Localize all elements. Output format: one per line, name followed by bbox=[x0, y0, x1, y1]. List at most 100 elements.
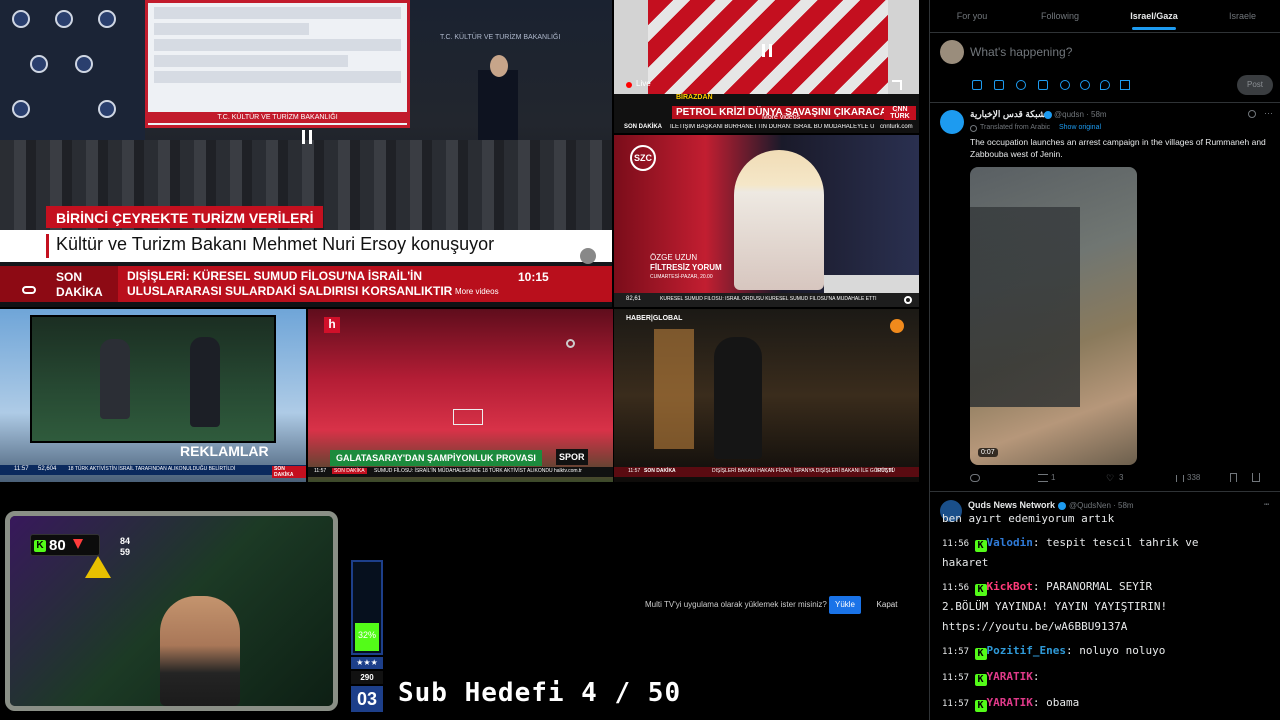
repost-count: 1 bbox=[1051, 473, 1056, 482]
chat-message-text: : bbox=[1032, 670, 1040, 683]
more-videos-label[interactable]: More videos bbox=[455, 287, 499, 296]
side-stat-bottom: 59 bbox=[120, 547, 131, 557]
reply-icon[interactable] bbox=[970, 474, 980, 482]
logo-icon bbox=[12, 10, 30, 28]
tweet-avatar[interactable] bbox=[940, 110, 964, 134]
bookmark-icon[interactable] bbox=[1230, 473, 1237, 482]
logo-icon bbox=[75, 55, 93, 73]
tab-for-you[interactable]: For you bbox=[930, 0, 1014, 32]
chat-username[interactable]: Pozitif_Enes bbox=[987, 644, 1066, 657]
haberglobal-stream-tile[interactable]: HABER|GLOBAL 11:57 SON DAKİKA DIŞİŞLERİ … bbox=[614, 309, 919, 482]
chat-line: ben ayırt edemiyorum artık bbox=[942, 512, 1114, 525]
tweet-author-name[interactable]: شبكة قدس الإخبارية bbox=[970, 109, 1045, 120]
compose-avatar[interactable] bbox=[940, 40, 964, 64]
person bbox=[714, 337, 762, 459]
chat-line: https://youtu.be/wA6BBU9137A bbox=[942, 620, 1127, 633]
pause-icon[interactable] bbox=[762, 44, 772, 57]
schedule-icon[interactable] bbox=[1080, 80, 1090, 90]
views-count: 338 bbox=[1187, 473, 1201, 482]
chat-line: 11:57 K YARATIK: bbox=[942, 670, 1040, 686]
chat-username[interactable]: YARATIK bbox=[987, 670, 1033, 683]
repost-icon[interactable] bbox=[1038, 474, 1048, 482]
grok-icon[interactable] bbox=[1248, 110, 1256, 118]
install-prompt: Multi TV'yi uygulama olarak yüklemek ist… bbox=[640, 594, 910, 616]
image-icon[interactable] bbox=[972, 80, 982, 90]
chat-username[interactable]: KickBot bbox=[987, 580, 1033, 593]
chat-line: 11:56 K Valodin: tespit tescil tahrik ve bbox=[942, 536, 1198, 552]
haber-ticker: 11:57 SON DAKİKA DIŞİŞLERİ BAKANI HAKAN … bbox=[614, 467, 919, 477]
chat-message-text: hakaret bbox=[942, 556, 989, 569]
tab-israel-gaza[interactable]: Israel/Gaza bbox=[1106, 0, 1202, 32]
tab-following[interactable]: Following bbox=[1016, 0, 1104, 32]
chat-message-text: : noluyo noluyo bbox=[1066, 644, 1166, 657]
location-icon[interactable] bbox=[1100, 80, 1110, 90]
cnn-stream-tile[interactable]: Live BİRAZDAN PETROL KRİZİ DÜNYA SAVAŞIN… bbox=[614, 0, 919, 133]
tweet2-handle[interactable]: @QudsNen · 58m bbox=[1069, 501, 1134, 510]
ministry-stream-tile[interactable]: T.C. KÜLTÜR VE TURİZM BAKANLIĞI T.C. KÜL… bbox=[0, 0, 612, 307]
subs-box: 03 bbox=[351, 686, 383, 712]
chat-overlay: Quds News Network @QudsNen · 58m ⋯ ben a… bbox=[929, 492, 1280, 720]
close-button[interactable]: Kapat bbox=[872, 596, 902, 614]
logo-icon bbox=[30, 55, 48, 73]
like-icon[interactable]: ♡ bbox=[1106, 474, 1114, 483]
emoji-icon[interactable] bbox=[1060, 80, 1070, 90]
chat-line: hakaret bbox=[942, 556, 988, 569]
szc-stream-tile[interactable]: SZC ÖZGE UZUN FİLTRESİZ YORUM CUMARTESİ-… bbox=[614, 135, 919, 307]
settings-icon[interactable] bbox=[580, 248, 596, 264]
speaker-podium bbox=[478, 70, 518, 140]
more-icon[interactable]: ⋯ bbox=[1264, 500, 1269, 510]
ad-video bbox=[30, 315, 276, 443]
pause-icon[interactable] bbox=[302, 130, 312, 144]
tweet-handle[interactable]: @qudsn · 58m bbox=[1054, 110, 1107, 119]
compose-input[interactable]: What's happening? bbox=[970, 45, 1072, 59]
sub-goal-meter: 32% ★★★ 290 03 bbox=[351, 560, 383, 713]
chat-time: 11:57 bbox=[942, 673, 975, 683]
translate-icon bbox=[970, 125, 977, 132]
settings-icon[interactable] bbox=[904, 296, 912, 304]
chat-message-text: : tespit tescil tahrik ve bbox=[1032, 536, 1199, 549]
tab-israele[interactable]: Israele bbox=[1204, 0, 1280, 32]
kick-counter: K 80 bbox=[30, 534, 100, 556]
presenter-name: ÖZGE UZUN bbox=[650, 253, 698, 262]
expand-icon[interactable] bbox=[892, 80, 902, 90]
install-button[interactable]: Yükle bbox=[829, 596, 861, 614]
share-icon[interactable] bbox=[1252, 473, 1260, 482]
chat-message-text: 2.BÖLÜM YAYINDA! YAYIN YAYIŞTIRIN! bbox=[942, 600, 1168, 613]
gif-icon[interactable] bbox=[994, 80, 1004, 90]
tweet2-author-name[interactable]: Quds News Network bbox=[968, 500, 1055, 510]
screen-title: T.C. KÜLTÜR VE TURİZM BAKANLIĞI bbox=[148, 112, 407, 123]
ad-stream-tile[interactable]: REKLAMLAR 11:57 52,604 18 TÜRK AKTİVİSTİ… bbox=[0, 309, 306, 482]
kick-badge-icon: K bbox=[974, 584, 987, 596]
news-ticker: SON DAKİKA DIŞİŞLERİ: KÜRESEL SUMUD FİLO… bbox=[0, 266, 612, 302]
video-duration: 0:07 bbox=[978, 448, 998, 457]
szc-ticker: 82,61 KÜRESEL SUMUD FİLOSU: İSRAİL ORDUS… bbox=[614, 293, 919, 307]
halk-stream-tile[interactable]: h GALATASARAY'DAN ŞAMPİYONLUK PROVASI SP… bbox=[308, 309, 613, 482]
speaker bbox=[490, 55, 508, 77]
halk-ticker: 11:57 SON DAKİKA SUMUD FİLOSU: İSRAİL'İN… bbox=[308, 467, 613, 477]
logo-icon bbox=[98, 10, 116, 28]
tweet-text: The occupation launches an arrest campai… bbox=[970, 137, 1266, 159]
cnn-ticker-text: İLETİŞİM BAŞKANI BURHANETTİN DURAN: İSRA… bbox=[670, 124, 875, 130]
x-panel: For you Following Israel/Gaza Israele Wh… bbox=[929, 0, 1280, 492]
grok-icon[interactable] bbox=[1016, 80, 1026, 90]
link-icon[interactable] bbox=[22, 286, 36, 294]
views-icon[interactable] bbox=[1176, 475, 1184, 482]
flag-icon[interactable] bbox=[1120, 80, 1130, 90]
chat-username[interactable]: Valodin bbox=[987, 536, 1033, 549]
chat-username[interactable]: YARATIK bbox=[987, 696, 1033, 709]
tweet-video[interactable]: 0:07 bbox=[970, 167, 1137, 465]
haber-brand: HABER|GLOBAL bbox=[626, 315, 683, 322]
chat-line: 11:57 K Pozitif_Enes: noluyo noluyo bbox=[942, 644, 1165, 660]
cnn-site: cnnturk.com bbox=[880, 124, 913, 130]
post-button[interactable]: Post bbox=[1237, 75, 1273, 95]
ad-label: REKLAMLAR bbox=[180, 443, 269, 459]
more-videos-label[interactable]: More videos bbox=[762, 114, 800, 121]
goal-net bbox=[453, 409, 483, 425]
haber-logo-icon bbox=[890, 319, 904, 333]
show-original-link[interactable]: Show original bbox=[1059, 124, 1101, 131]
ad-player-left bbox=[100, 339, 130, 419]
halk-headline: GALATASARAY'DAN ŞAMPİYONLUK PROVASI bbox=[330, 450, 542, 466]
poll-icon[interactable] bbox=[1038, 80, 1048, 90]
more-icon[interactable]: ⋯ bbox=[1264, 108, 1273, 119]
settings-icon[interactable] bbox=[566, 339, 575, 348]
